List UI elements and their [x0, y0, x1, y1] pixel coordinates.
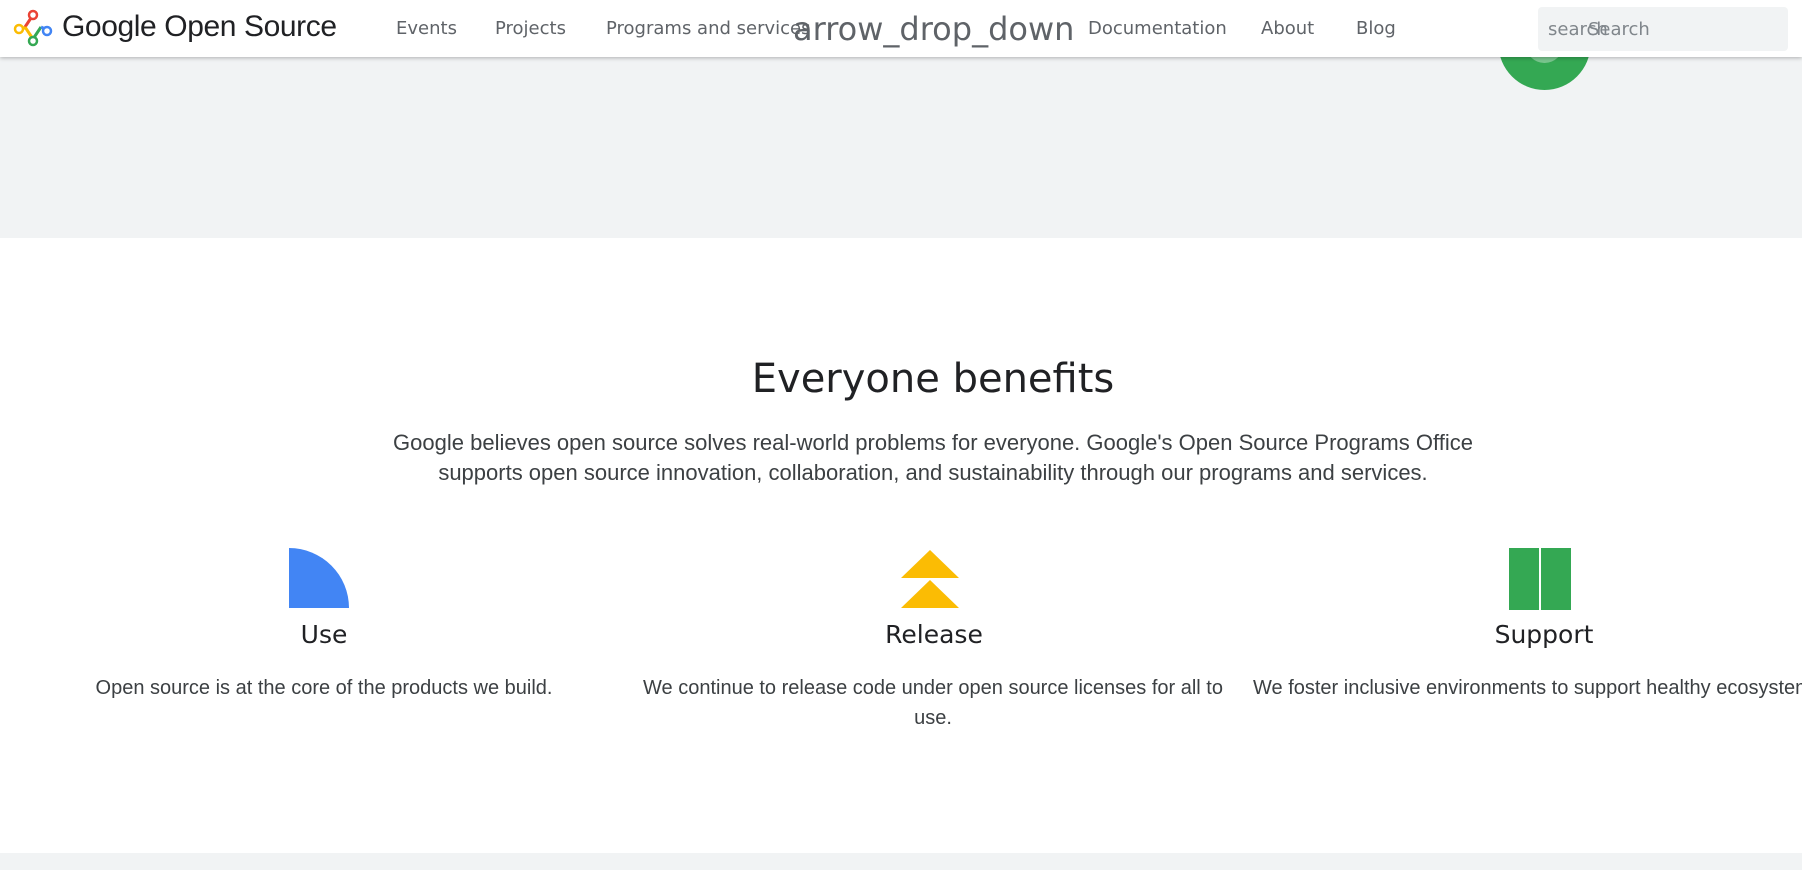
section-title: Everyone benefits: [751, 356, 1115, 402]
quarter-circle-icon: [289, 548, 349, 608]
benefit-title-support: Support: [1494, 620, 1594, 649]
search-box[interactable]: search: [1538, 7, 1788, 51]
benefit-title-use: Use: [300, 620, 348, 649]
nav-blog[interactable]: Blog: [1356, 18, 1396, 39]
nav-events[interactable]: Events: [396, 18, 457, 39]
nav-documentation[interactable]: Documentation: [1088, 18, 1227, 39]
brand-name[interactable]: Google Open Source: [62, 10, 337, 44]
section-description: Google believes open source solves real-…: [393, 430, 1473, 485]
bowtie-icon: [1509, 548, 1571, 610]
nav-about[interactable]: About: [1261, 18, 1314, 39]
search-input[interactable]: [1588, 13, 1778, 45]
top-nav-bar: Google Open Source Events Projects Progr…: [0, 0, 1802, 57]
google-open-source-logo-icon[interactable]: [13, 9, 53, 47]
arrow-drop-down-icon[interactable]: arrow_drop_down: [793, 10, 1074, 48]
footer-band: [0, 853, 1802, 870]
double-chevron-up-icon: [901, 550, 959, 608]
nav-projects[interactable]: Projects: [495, 18, 566, 39]
benefit-description-support: We foster inclusive environments to supp…: [1253, 677, 1802, 699]
benefit-description-use: Open source is at the core of the produc…: [95, 677, 553, 699]
benefit-title-release: Release: [885, 620, 983, 649]
benefit-description-release: We continue to release code under open s…: [643, 677, 1223, 729]
nav-programs-and-services[interactable]: Programs and services: [606, 18, 811, 39]
